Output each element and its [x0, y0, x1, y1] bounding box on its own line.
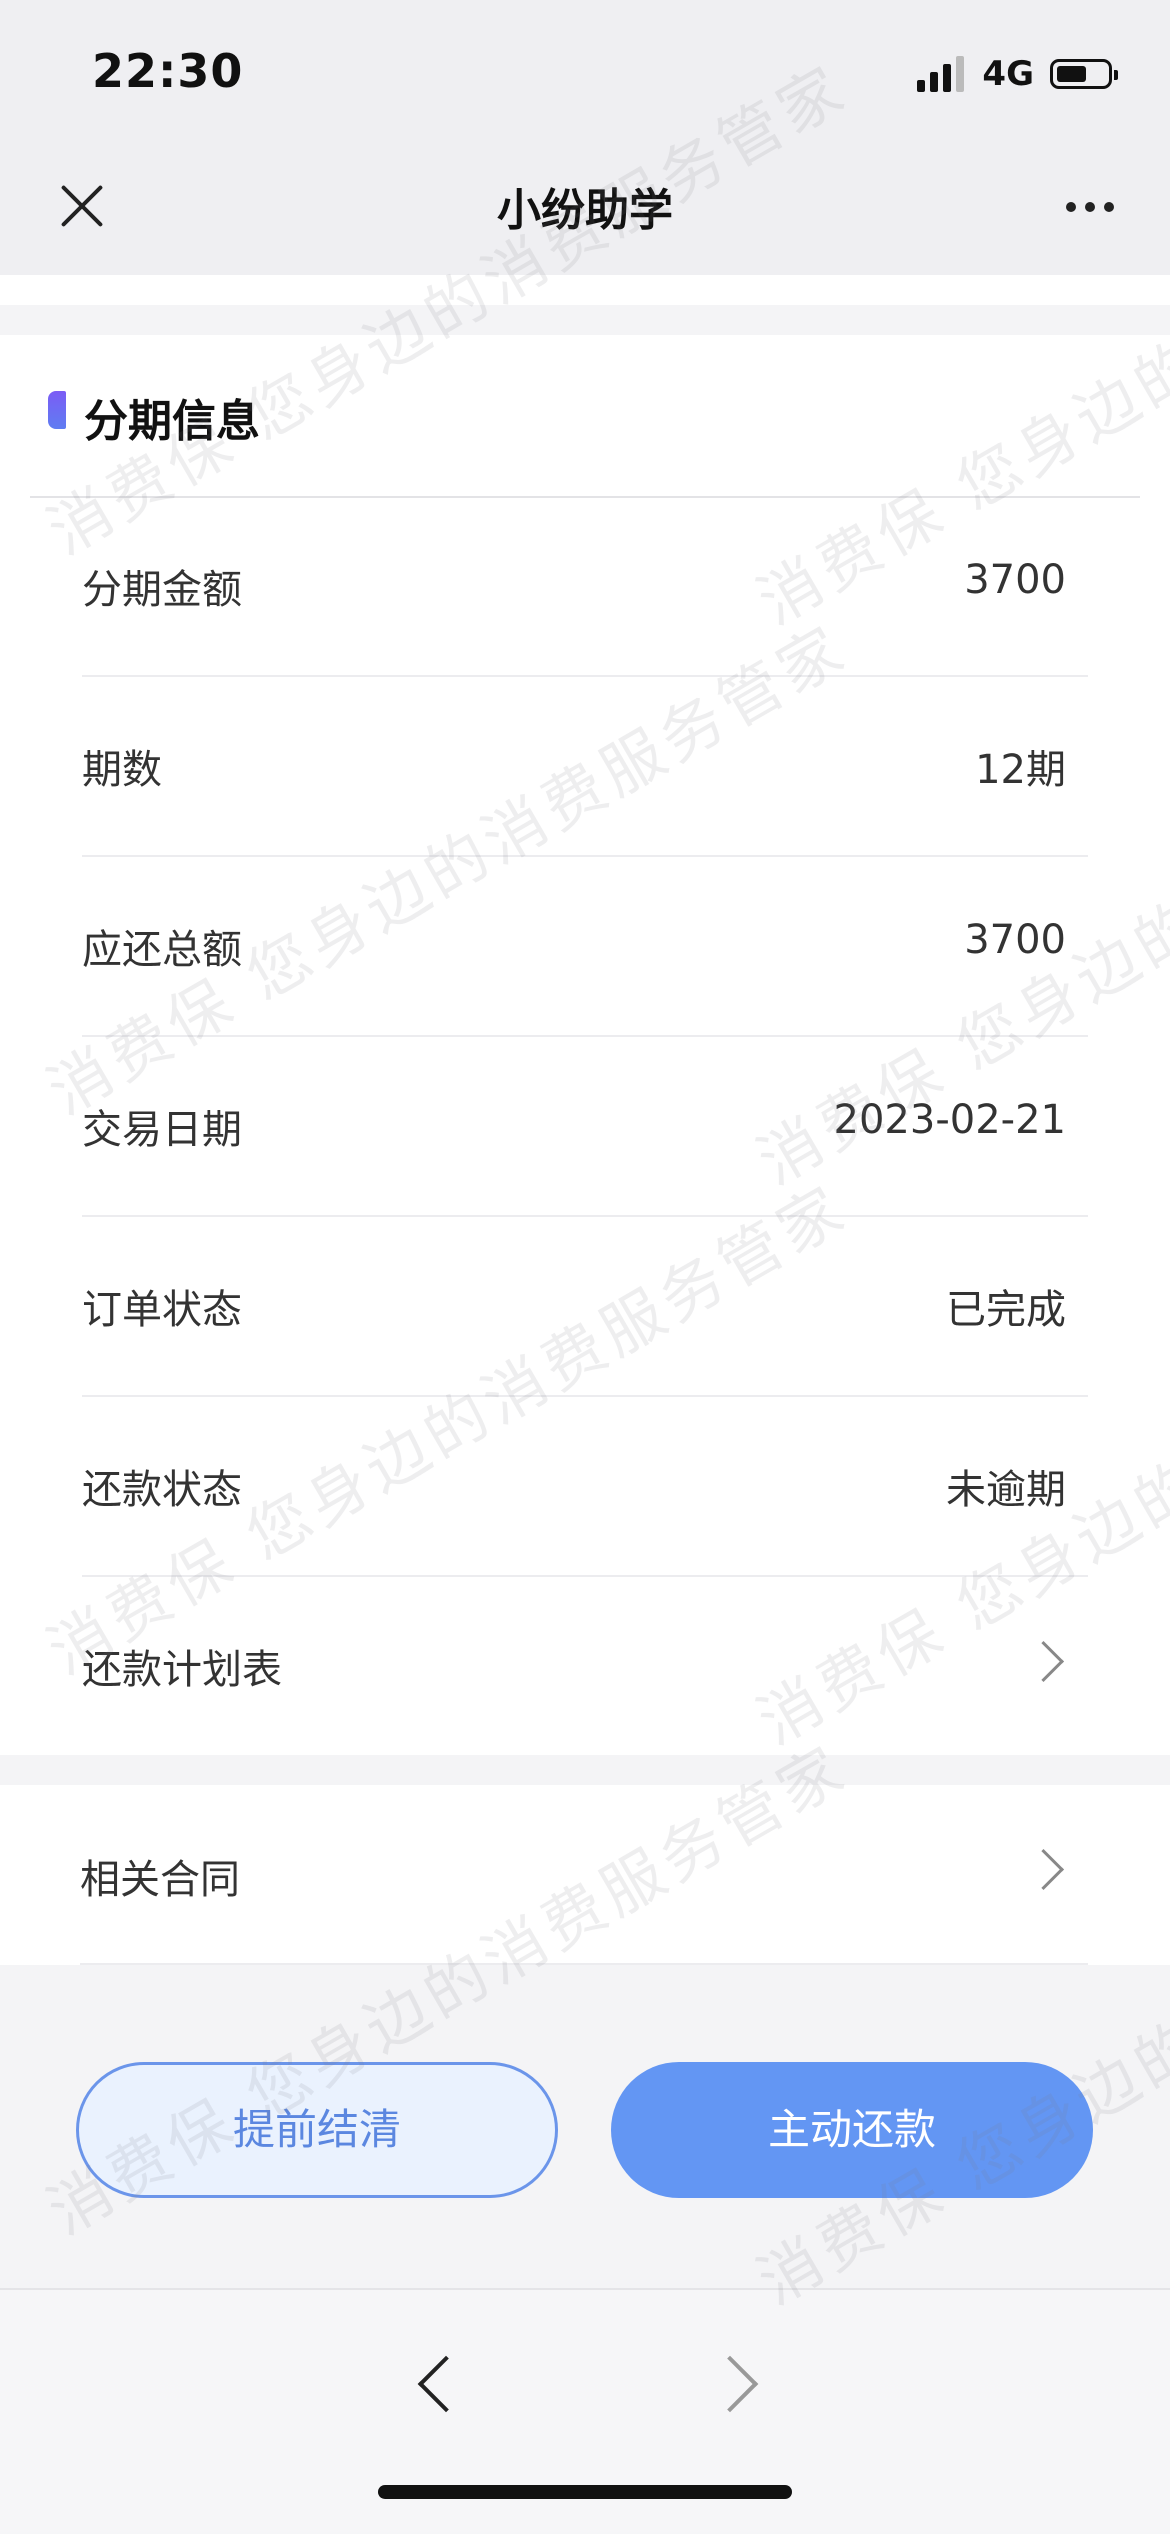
status-icons: 4G — [917, 52, 1118, 96]
section-title: 分期信息 — [84, 396, 260, 447]
section-mark-icon — [48, 391, 66, 429]
row-label: 订单状态 — [82, 1287, 242, 1333]
row-order-status: 订单状态 已完成 — [82, 1217, 1088, 1397]
signal-icon — [917, 56, 965, 92]
row-value: 3700 — [964, 557, 1066, 603]
top-strip — [0, 275, 1170, 305]
row-value: 3700 — [964, 917, 1066, 963]
row-label: 还款计划表 — [82, 1647, 282, 1693]
battery-icon — [1050, 59, 1118, 89]
chevron-right-icon — [1022, 1848, 1065, 1891]
row-label: 期数 — [82, 747, 162, 793]
row-label: 交易日期 — [82, 1107, 242, 1153]
repay-button[interactable]: 主动还款 — [611, 2062, 1093, 2198]
back-arrow-icon[interactable] — [417, 2355, 475, 2413]
row-value: 未逾期 — [946, 1467, 1066, 1513]
section-header: 分期信息 — [0, 335, 1170, 498]
home-indicator[interactable] — [378, 2485, 792, 2499]
page-title: 小纷助学 — [497, 185, 673, 236]
row-total-due: 应还总额 3700 — [82, 857, 1088, 1037]
row-value: 12期 — [975, 747, 1066, 793]
nav-bar: 小纷助学 — [0, 150, 1170, 275]
chevron-right-icon — [1022, 1640, 1065, 1683]
repayment-plan-link[interactable]: 还款计划表 — [82, 1577, 1088, 1757]
row-label: 应还总额 — [82, 927, 242, 973]
installment-info-card: 分期信息 分期金额 3700 期数 12期 应还总额 3700 交易日期 202… — [0, 335, 1170, 1755]
row-value: 2023-02-21 — [833, 1097, 1066, 1143]
row-periods: 期数 12期 — [82, 677, 1088, 857]
row-repayment-status: 还款状态 未逾期 — [82, 1397, 1088, 1577]
forward-arrow-icon[interactable] — [701, 2355, 759, 2413]
status-bar: 22:30 4G — [0, 0, 1170, 150]
prepay-button[interactable]: 提前结清 — [76, 2062, 558, 2198]
action-buttons: 提前结清 主动还款 — [0, 2062, 1170, 2202]
network-type: 4G — [982, 54, 1034, 94]
contracts-link[interactable]: 相关合同 — [80, 1785, 1088, 1965]
row-value: 已完成 — [946, 1287, 1066, 1333]
contracts-card: 相关合同 — [0, 1785, 1170, 1965]
row-label: 相关合同 — [80, 1857, 240, 1903]
battery-fill — [1057, 66, 1086, 82]
row-transaction-date: 交易日期 2023-02-21 — [82, 1037, 1088, 1217]
row-label: 还款状态 — [82, 1467, 242, 1513]
row-label: 分期金额 — [82, 567, 242, 613]
status-time: 22:30 — [92, 44, 244, 98]
more-icon[interactable] — [1066, 202, 1114, 212]
row-installment-amount: 分期金额 3700 — [82, 497, 1088, 677]
